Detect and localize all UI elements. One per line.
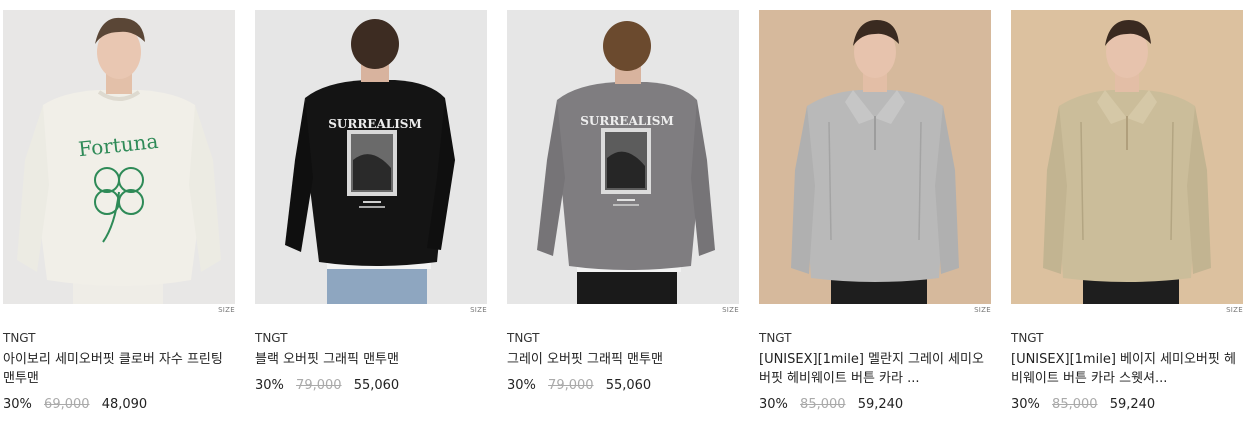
product-image[interactable] bbox=[759, 10, 991, 304]
product-card[interactable]: SURREALISM SIZE TNGT 그레이 오버핏 그래픽 맨투맨 30%… bbox=[507, 10, 739, 394]
product-title[interactable]: [UNISEX][1mile] 베이지 세미오버핏 헤비웨이트 버튼 카라 스웻… bbox=[1011, 350, 1243, 388]
product-photo: Fortuna bbox=[3, 10, 235, 304]
product-brand[interactable]: TNGT bbox=[3, 330, 235, 346]
sale-price: 59,240 bbox=[1109, 397, 1156, 412]
price-row: 30% 85,000 59,240 bbox=[759, 396, 991, 413]
price-row: 30% 79,000 55,060 bbox=[255, 377, 487, 394]
product-brand[interactable]: TNGT bbox=[759, 330, 991, 346]
product-card[interactable]: Fortuna SIZE TNGT 아이보리 세미오버핏 클로버 자수 프린팅 … bbox=[3, 10, 235, 413]
discount-rate: 30% bbox=[759, 397, 788, 412]
size-link[interactable]: SIZE bbox=[1011, 305, 1243, 315]
product-brand[interactable]: TNGT bbox=[1011, 330, 1243, 346]
original-price: 79,000 bbox=[548, 378, 594, 393]
product-image[interactable]: Fortuna bbox=[3, 10, 235, 304]
original-price: 85,000 bbox=[1052, 397, 1098, 412]
original-price: 69,000 bbox=[44, 397, 90, 412]
svg-text:SURREALISM: SURREALISM bbox=[328, 117, 422, 131]
product-card[interactable]: SIZE TNGT [UNISEX][1mile] 멜란지 그레이 세미오버핏 … bbox=[759, 10, 991, 413]
sale-price: 59,240 bbox=[857, 397, 904, 412]
product-photo: SURREALISM bbox=[507, 10, 739, 304]
product-card[interactable]: SURREALISM SIZE TNGT 블랙 오버핏 그래픽 맨투맨 30% … bbox=[255, 10, 487, 394]
svg-text:SURREALISM: SURREALISM bbox=[580, 114, 674, 128]
product-title[interactable]: [UNISEX][1mile] 멜란지 그레이 세미오버핏 헤비웨이트 버튼 카… bbox=[759, 350, 991, 388]
price-row: 30% 79,000 55,060 bbox=[507, 377, 739, 394]
product-image[interactable]: SURREALISM bbox=[255, 10, 487, 304]
size-link[interactable]: SIZE bbox=[255, 305, 487, 315]
original-price: 79,000 bbox=[296, 378, 342, 393]
sale-price: 55,060 bbox=[353, 378, 400, 393]
sale-price: 55,060 bbox=[605, 378, 652, 393]
product-image[interactable]: SURREALISM bbox=[507, 10, 739, 304]
sale-price: 48,090 bbox=[101, 397, 148, 412]
product-brand[interactable]: TNGT bbox=[255, 330, 487, 346]
price-row: 30% 69,000 48,090 bbox=[3, 396, 235, 413]
product-photo: SURREALISM bbox=[255, 10, 487, 304]
product-brand[interactable]: TNGT bbox=[507, 330, 739, 346]
discount-rate: 30% bbox=[255, 378, 284, 393]
product-image[interactable] bbox=[1011, 10, 1243, 304]
original-price: 85,000 bbox=[800, 397, 846, 412]
product-photo bbox=[1011, 10, 1243, 304]
product-photo bbox=[759, 10, 991, 304]
price-row: 30% 85,000 59,240 bbox=[1011, 396, 1243, 413]
size-link[interactable]: SIZE bbox=[759, 305, 991, 315]
product-title[interactable]: 아이보리 세미오버핏 클로버 자수 프린팅 맨투맨 bbox=[3, 350, 235, 388]
size-link[interactable]: SIZE bbox=[3, 305, 235, 315]
discount-rate: 30% bbox=[507, 378, 536, 393]
discount-rate: 30% bbox=[1011, 397, 1040, 412]
size-link[interactable]: SIZE bbox=[507, 305, 739, 315]
product-grid: Fortuna SIZE TNGT 아이보리 세미오버핏 클로버 자수 프린팅 … bbox=[0, 0, 1249, 428]
discount-rate: 30% bbox=[3, 397, 32, 412]
product-card[interactable]: SIZE TNGT [UNISEX][1mile] 베이지 세미오버핏 헤비웨이… bbox=[1011, 10, 1243, 413]
